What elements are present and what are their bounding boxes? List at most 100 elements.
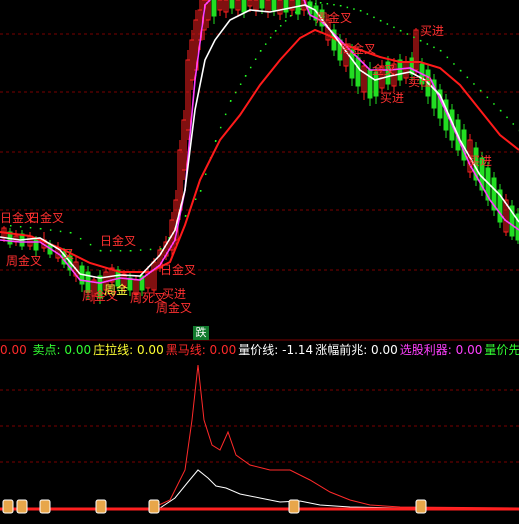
indicator-item-0: 卖点: 0.00: [32, 343, 92, 357]
ma-white-line: [0, 4, 519, 279]
signal-badges: [2, 499, 427, 514]
annotation-a11: 周金叉: [156, 301, 193, 315]
trend-dot: [139, 249, 142, 251]
annotation-a18: 买进: [468, 154, 493, 168]
trend-dot: [100, 250, 102, 252]
trend-dot: [500, 110, 502, 112]
trend-dot: [373, 16, 375, 19]
trend-dot: [249, 66, 252, 69]
candle-body: [259, 0, 265, 9]
signal-badge: [95, 499, 107, 514]
annotation-a4: 叉: [62, 247, 75, 261]
trend-dot: [40, 228, 42, 230]
trend-dot: [219, 126, 222, 129]
indicator-item-1: 庄拉线: 0.00: [93, 343, 164, 357]
trend-dot: [254, 58, 257, 60]
ma-red-line: [0, 28, 519, 273]
trend-dot: [453, 63, 455, 65]
annotation-a3: 周金叉: [6, 254, 43, 268]
trend-dot: [185, 215, 187, 217]
trend-dot: [10, 225, 12, 227]
trend-dot: [49, 229, 52, 231]
annotation-a10: 买进: [162, 287, 187, 301]
trend-dot: [19, 225, 22, 228]
annotation-a5: 日金叉: [100, 234, 137, 248]
trend-dot: [290, 15, 292, 17]
trend-dot: [284, 20, 287, 22]
candle-body: [271, 0, 277, 11]
signal-badge: [148, 499, 160, 514]
signal-badge: [2, 499, 14, 514]
indicator-lines: [0, 364, 519, 511]
annotation-a12: 周金叉: [316, 11, 353, 25]
trend-dot: [366, 13, 369, 15]
trend-dot: [400, 30, 402, 32]
annotation-a9: 日金叉: [160, 263, 197, 277]
moving-average-lines: [0, 0, 519, 284]
trend-dot: [493, 103, 495, 105]
trend-dot: [393, 26, 395, 29]
candle-body: [229, 0, 235, 9]
trend-dot: [346, 6, 349, 9]
signal-badge: [415, 499, 427, 514]
trend-dot: [473, 83, 475, 85]
stock-chart-canvas[interactable]: [0, 0, 519, 524]
trend-dot: [70, 232, 72, 234]
trend-dot: [386, 23, 389, 25]
trend-dot: [230, 100, 232, 102]
trend-dot: [149, 248, 152, 251]
trend-dot: [245, 75, 247, 77]
trend-dot: [160, 248, 162, 250]
annotation-a16: 买进: [380, 91, 405, 105]
trend-dot: [320, 2, 322, 4]
indicator-item-3: 量价线: -1.14: [238, 343, 314, 357]
trend-dot: [59, 230, 62, 233]
annotation-a15: 金叉: [372, 63, 397, 77]
trend-dot: [433, 46, 435, 49]
trend-dot: [333, 3, 335, 6]
trend-dot: [79, 237, 82, 240]
trend-dot: [275, 30, 277, 32]
trend-dot: [426, 43, 429, 45]
trend-dot: [486, 96, 489, 99]
candle-body: [241, 0, 247, 13]
annotation-a13: 买进: [420, 24, 445, 38]
indicator-item-5: 选股利器: 0.00: [399, 343, 483, 357]
trend-dot: [119, 250, 122, 252]
trend-dot: [204, 173, 207, 175]
indicator-red-line: [0, 364, 519, 510]
trend-dot: [480, 90, 482, 92]
trend-dot: [224, 113, 227, 116]
indicator-white-line: [0, 469, 519, 510]
trend-dot: [314, 3, 317, 5]
trend-dot: [109, 250, 112, 252]
indicator-item-4: 涨幅前兆: 0.00: [315, 343, 398, 357]
trend-dot: [239, 83, 242, 85]
indicator-legend-bar: 0.00 卖点: 0.00 庄拉线: 0.00 黑马线: 0.00 量价线: -1.1…: [0, 341, 519, 359]
trend-dot: [279, 25, 282, 27]
trend-dot: [446, 56, 449, 59]
candle-body: [211, 0, 217, 17]
trend-dot: [440, 50, 442, 52]
trend-dot: [353, 8, 355, 10]
signal-badge: [288, 499, 300, 514]
trend-dot: [506, 116, 508, 119]
trend-dot: [413, 36, 415, 39]
trend-dot: [460, 70, 462, 72]
trend-dot: [360, 10, 362, 12]
signal-badge: [39, 499, 51, 514]
signal-badge: [16, 499, 28, 514]
trend-dot: [264, 43, 267, 45]
trend-dot: [466, 76, 469, 79]
dotted-trend-line: [10, 2, 519, 252]
annotation-a17: 卖出: [408, 75, 433, 89]
indicator-item-2: 黑马线: 0.00: [165, 343, 237, 357]
trend-dot: [29, 226, 32, 229]
trend-dot: [420, 40, 422, 42]
trend-dot: [234, 91, 237, 94]
annotation-a14: 周金叉: [340, 42, 377, 56]
trend-dot: [269, 36, 272, 39]
trend-dot: [215, 140, 217, 142]
trend-dot: [512, 123, 515, 125]
annotation-a2: 日金叉: [28, 211, 65, 225]
